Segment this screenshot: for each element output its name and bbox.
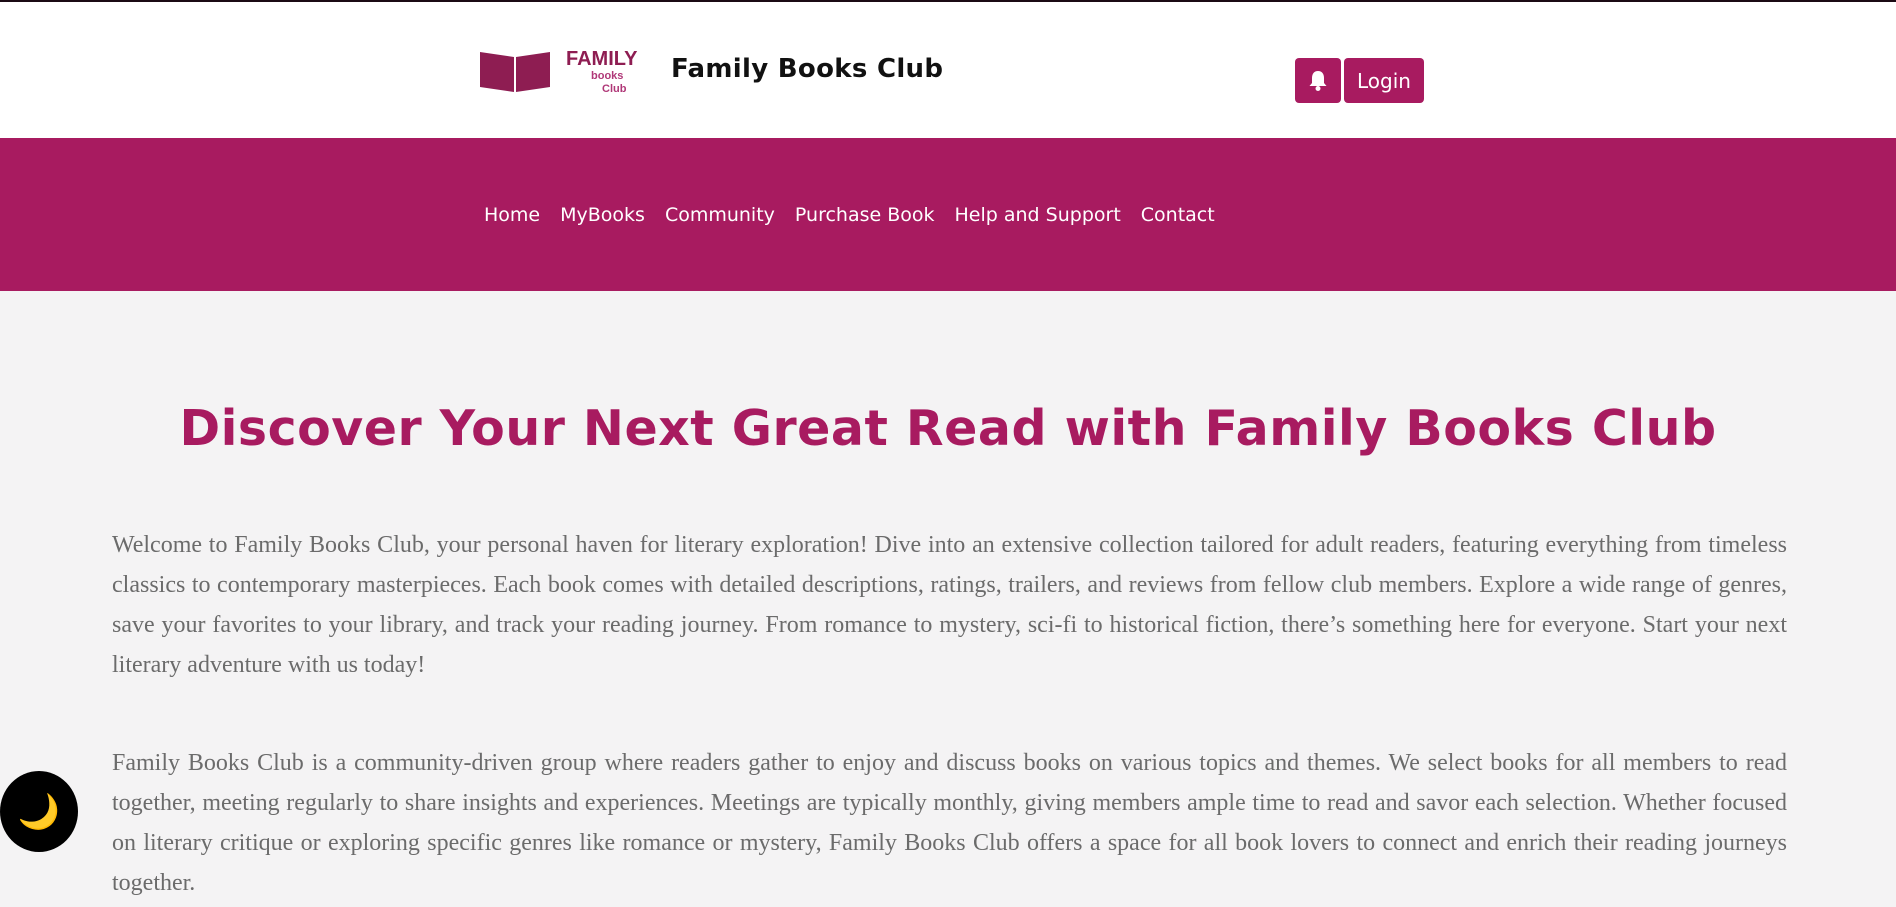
intro-paragraph: Welcome to Family Books Club, your perso… — [112, 532, 1787, 678]
nav-item-home[interactable]: Home — [484, 204, 540, 226]
nav-item-purchase-book[interactable]: Purchase Book — [795, 204, 935, 226]
site-header: FAMILY books Club Family Books Club Logi… — [0, 2, 1896, 138]
logo-text-club: Club — [602, 83, 627, 95]
page-title: Discover Your Next Great Read with Famil… — [179, 400, 1717, 457]
brand-name[interactable]: Family Books Club — [671, 54, 943, 84]
nav-item-help-and-support[interactable]: Help and Support — [955, 204, 1121, 226]
nav-list: Home MyBooks Community Purchase Book Hel… — [484, 138, 1235, 291]
nav-item-contact[interactable]: Contact — [1141, 204, 1215, 226]
bell-icon — [1309, 70, 1327, 91]
logo-text-family: FAMILY — [566, 48, 638, 70]
nav-item-community[interactable]: Community — [665, 204, 775, 226]
about-paragraph: Family Books Club is a community-driven … — [112, 750, 1787, 896]
theme-toggle-button[interactable]: 🌙 — [0, 771, 78, 852]
notifications-button[interactable] — [1295, 58, 1341, 103]
main-navigation: Home MyBooks Community Purchase Book Hel… — [0, 138, 1896, 291]
site-logo[interactable]: FAMILY books Club — [478, 46, 656, 98]
logo-text-books: books — [591, 70, 623, 82]
open-book-icon — [480, 52, 550, 92]
moon-icon: 🌙 — [17, 792, 61, 831]
nav-item-mybooks[interactable]: MyBooks — [560, 204, 645, 226]
login-button[interactable]: Login — [1344, 58, 1424, 103]
